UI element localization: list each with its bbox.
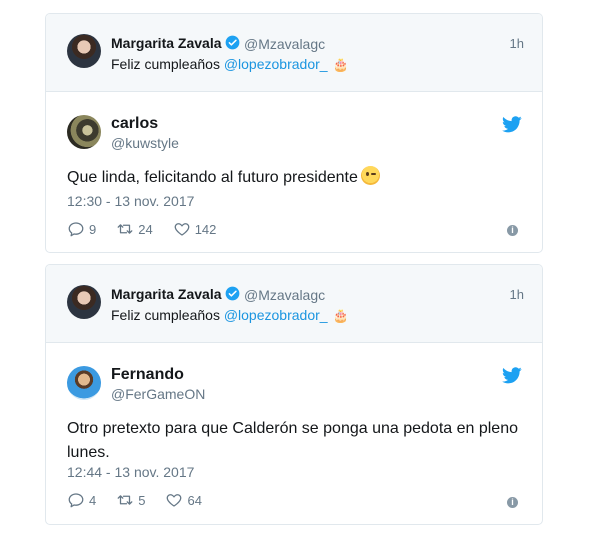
retweet-icon (117, 495, 133, 505)
tweet-card[interactable]: Margarita Zavala @Mzavalagc 1h Feliz cum… (45, 13, 543, 253)
verified-badge-icon (225, 35, 240, 50)
reply-count: 4 (89, 492, 97, 508)
tweet-actions: 4 5 64 (67, 490, 222, 510)
cake-emoji: 🎂 (332, 57, 349, 72)
like-count: 64 (187, 492, 202, 508)
like-button[interactable]: 64 (165, 491, 202, 509)
reply-count: 9 (89, 221, 97, 237)
tweet-date[interactable]: 12:44 - 13 nov. 2017 (67, 464, 194, 480)
tweet-text-body: Que linda, felicitando al futuro preside… (67, 169, 358, 186)
author-handle[interactable]: @kuwstyle (111, 135, 179, 151)
heart-icon (174, 223, 190, 236)
tweet-actions: 9 24 142 (67, 219, 236, 239)
quoted-author-handle[interactable]: @Mzavalagc (244, 287, 325, 303)
author-name[interactable]: Fernando (111, 366, 184, 384)
twitter-bird-icon[interactable] (502, 367, 522, 384)
tweet-card[interactable]: Margarita Zavala @Mzavalagc 1h Feliz cum… (45, 264, 543, 525)
quoted-tweet[interactable]: Margarita Zavala @Mzavalagc 1h Feliz cum… (46, 14, 542, 92)
quoted-avatar[interactable] (67, 285, 101, 319)
reply-button[interactable]: 4 (67, 491, 96, 509)
retweet-count: 24 (138, 221, 153, 237)
tweet-date[interactable]: 12:30 - 13 nov. 2017 (67, 193, 194, 209)
quoted-timestamp[interactable]: 1h (510, 36, 524, 51)
quoted-author-name[interactable]: Margarita Zavala (111, 35, 222, 51)
quoted-text: Feliz cumpleaños @lopezobrador_ 🎂 (111, 56, 349, 73)
retweet-icon (117, 224, 133, 234)
twitter-bird-icon[interactable] (502, 116, 522, 133)
retweet-button[interactable]: 5 (116, 491, 145, 509)
quoted-text-prefix: Feliz cumpleaños (111, 56, 224, 72)
author-name[interactable]: carlos (111, 115, 158, 133)
heart-icon (167, 494, 182, 507)
author-avatar[interactable] (67, 366, 101, 400)
like-button[interactable]: 142 (173, 220, 217, 238)
info-icon[interactable]: i (507, 497, 518, 508)
quoted-text-prefix: Feliz cumpleaños (111, 307, 224, 323)
quoted-tweet[interactable]: Margarita Zavala @Mzavalagc 1h Feliz cum… (46, 265, 542, 343)
reply-icon (68, 493, 84, 508)
reply-button[interactable]: 9 (67, 220, 96, 238)
retweet-count: 5 (138, 492, 146, 508)
quoted-author-name[interactable]: Margarita Zavala (111, 286, 222, 302)
like-count: 142 (194, 221, 217, 237)
quoted-avatar[interactable] (67, 34, 101, 68)
mention-link[interactable]: @lopezobrador_ (224, 307, 328, 323)
tweet-text: Que linda, felicitando al futuro preside… (67, 166, 527, 190)
info-icon[interactable]: i (507, 225, 518, 236)
quoted-author-handle[interactable]: @Mzavalagc (244, 36, 325, 52)
cake-emoji: 🎂 (332, 308, 349, 323)
author-avatar[interactable] (67, 115, 101, 149)
wink-emoji-icon (360, 166, 380, 185)
verified-badge-icon (225, 286, 240, 301)
author-handle[interactable]: @FerGameON (111, 386, 205, 402)
quoted-text: Feliz cumpleaños @lopezobrador_ 🎂 (111, 307, 349, 324)
reply-icon (68, 222, 84, 237)
mention-link[interactable]: @lopezobrador_ (224, 56, 328, 72)
tweet-text: Otro pretexto para que Calderón se ponga… (67, 420, 518, 461)
quoted-timestamp[interactable]: 1h (510, 287, 524, 302)
retweet-button[interactable]: 24 (116, 220, 153, 238)
